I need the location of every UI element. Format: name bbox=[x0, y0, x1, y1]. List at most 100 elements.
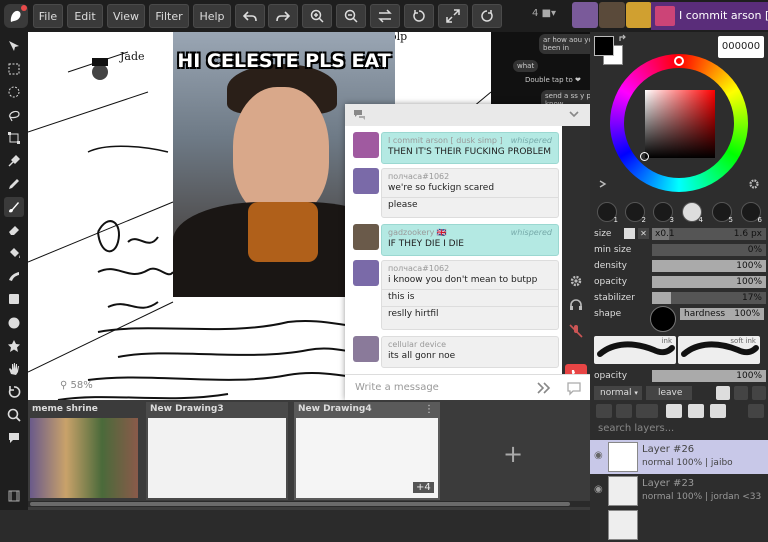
density-slider[interactable]: 100% bbox=[652, 260, 766, 272]
brush-preset[interactable]: 6 bbox=[738, 198, 764, 226]
undo-button[interactable] bbox=[235, 4, 265, 28]
color-wheel[interactable] bbox=[610, 54, 748, 192]
pen-pressure-toggle[interactable] bbox=[624, 228, 635, 239]
document-tab[interactable]: meme shrine bbox=[28, 402, 140, 500]
more-vertical-icon[interactable]: ⋮ bbox=[424, 404, 434, 415]
emoji-bubble-icon[interactable] bbox=[566, 380, 582, 396]
delete-layer-button[interactable] bbox=[748, 404, 764, 418]
redo-button[interactable] bbox=[268, 4, 298, 28]
select-rect-tool[interactable] bbox=[4, 59, 24, 79]
chevron-down-icon[interactable] bbox=[568, 108, 580, 120]
layer-menu-button[interactable] bbox=[734, 386, 748, 400]
help-menu-button[interactable]: Help bbox=[193, 4, 231, 28]
min-size-slider[interactable]: 0% bbox=[652, 244, 766, 256]
gear-icon[interactable] bbox=[748, 178, 760, 190]
layer-options-button[interactable] bbox=[752, 386, 766, 400]
gear-icon[interactable] bbox=[569, 274, 583, 288]
headphones-icon[interactable] bbox=[569, 298, 583, 312]
more-options-button[interactable] bbox=[636, 404, 658, 418]
pencil-tool[interactable] bbox=[4, 174, 24, 194]
move-tool[interactable] bbox=[4, 36, 24, 56]
gradient-tool[interactable] bbox=[4, 266, 24, 286]
eye-icon[interactable]: ◉ bbox=[594, 484, 603, 495]
layer-opacity-slider[interactable]: 100% bbox=[652, 370, 766, 382]
comment-tool[interactable] bbox=[4, 428, 24, 448]
brush-preset[interactable]: 3 bbox=[650, 198, 676, 226]
layer-item[interactable]: ◉ Layer #26 normal 100% | jaibo bbox=[590, 440, 768, 474]
layer-item[interactable] bbox=[590, 508, 768, 542]
mic-muted-icon[interactable] bbox=[569, 324, 583, 338]
color-handle[interactable] bbox=[640, 152, 649, 161]
zoom-out-button[interactable] bbox=[336, 4, 366, 28]
rotate-left-button[interactable] bbox=[404, 4, 434, 28]
film-strip-button[interactable] bbox=[4, 486, 24, 506]
hand-tool[interactable] bbox=[4, 359, 24, 379]
user-avatar[interactable] bbox=[626, 2, 652, 28]
user-avatar[interactable] bbox=[572, 2, 598, 28]
user-count[interactable]: 4 ■▾ bbox=[532, 8, 556, 19]
brush-stroke-preview[interactable]: soft ink bbox=[678, 336, 760, 364]
leave-button[interactable]: leave bbox=[646, 386, 692, 400]
eye-icon[interactable]: ◉ bbox=[594, 450, 603, 461]
saturation-value-square[interactable] bbox=[645, 90, 715, 158]
collapse-chevron-icon[interactable] bbox=[598, 180, 608, 188]
size-reset-icon[interactable]: ✕ bbox=[638, 228, 649, 239]
import-layer-button[interactable] bbox=[710, 404, 726, 418]
file-menu-button[interactable]: File bbox=[33, 4, 63, 28]
brush-preset[interactable]: 2 bbox=[622, 198, 648, 226]
swap-colors-icon[interactable] bbox=[618, 34, 628, 44]
rectangle-tool[interactable] bbox=[4, 289, 24, 309]
chat-header[interactable] bbox=[345, 104, 590, 126]
brush-tool[interactable] bbox=[4, 197, 24, 217]
brush-opacity-slider[interactable]: 100% bbox=[652, 276, 766, 288]
eraser-tool[interactable] bbox=[4, 220, 24, 240]
search-layers-input[interactable]: search layers... bbox=[590, 420, 768, 438]
add-document-button[interactable]: + bbox=[503, 440, 523, 468]
chat-message-input[interactable]: Write a message bbox=[345, 374, 590, 400]
duplicate-layer-button[interactable] bbox=[688, 404, 704, 418]
rotate-right-button[interactable] bbox=[472, 4, 502, 28]
more-documents-badge[interactable]: +4 bbox=[413, 482, 434, 493]
filter-menu-button[interactable]: Filter bbox=[149, 4, 189, 28]
transform-tool[interactable] bbox=[4, 128, 24, 148]
view-menu-button[interactable]: View bbox=[107, 4, 145, 28]
chat-tab[interactable]: I commit arson [... bbox=[651, 2, 768, 30]
hue-handle[interactable] bbox=[674, 56, 684, 66]
layer-item[interactable]: ◉ Layer #23 normal 100% | jordan <33 bbox=[590, 474, 768, 508]
select-ellipse-tool[interactable] bbox=[4, 82, 24, 102]
scrollbar-thumb[interactable] bbox=[30, 502, 570, 506]
blend-mode-select[interactable]: normal ▾ bbox=[594, 386, 642, 400]
brush-tip-shape[interactable] bbox=[650, 306, 676, 332]
lasso-tool[interactable] bbox=[4, 105, 24, 125]
new-layer-button[interactable] bbox=[666, 404, 682, 418]
zoom-in-button[interactable] bbox=[302, 4, 332, 28]
fit-view-button[interactable] bbox=[438, 4, 468, 28]
shape-tool[interactable] bbox=[4, 336, 24, 356]
flip-view-button[interactable] bbox=[370, 4, 400, 28]
user-avatar[interactable] bbox=[599, 2, 625, 28]
copy-layer-button[interactable] bbox=[716, 386, 730, 400]
document-tab[interactable]: New Drawing3 bbox=[146, 402, 288, 500]
ellipse-tool[interactable] bbox=[4, 313, 24, 333]
shape-label: shape bbox=[594, 309, 622, 319]
paint-bucket-tool[interactable] bbox=[4, 243, 24, 263]
brush-preset[interactable]: 1 bbox=[594, 198, 620, 226]
hardness-slider[interactable]: hardness 100% bbox=[680, 308, 764, 320]
lock-layer-button[interactable] bbox=[596, 404, 612, 418]
brush-stroke-preview[interactable]: ink bbox=[594, 336, 676, 364]
rotate-view-tool[interactable] bbox=[4, 382, 24, 402]
edit-menu-button[interactable]: Edit bbox=[67, 4, 103, 28]
zoom-indicator[interactable]: ⚲ 58% bbox=[60, 380, 93, 391]
send-icon[interactable] bbox=[537, 382, 551, 394]
brush-preset[interactable]: 5 bbox=[709, 198, 735, 226]
brush-size-slider[interactable]: x0.1 1.6 px bbox=[652, 228, 766, 240]
documents-scrollbar[interactable] bbox=[28, 501, 590, 507]
merge-down-button[interactable] bbox=[616, 404, 632, 418]
eyedropper-tool[interactable] bbox=[4, 151, 24, 171]
primary-color-swatch[interactable] bbox=[594, 36, 614, 56]
brush-preset-active[interactable]: 4 bbox=[679, 198, 705, 226]
zoom-tool[interactable] bbox=[4, 405, 24, 425]
app-logo[interactable] bbox=[4, 4, 28, 28]
stabilizer-slider[interactable]: 17% bbox=[652, 292, 766, 304]
hex-color-input[interactable]: 000000 bbox=[718, 36, 764, 58]
